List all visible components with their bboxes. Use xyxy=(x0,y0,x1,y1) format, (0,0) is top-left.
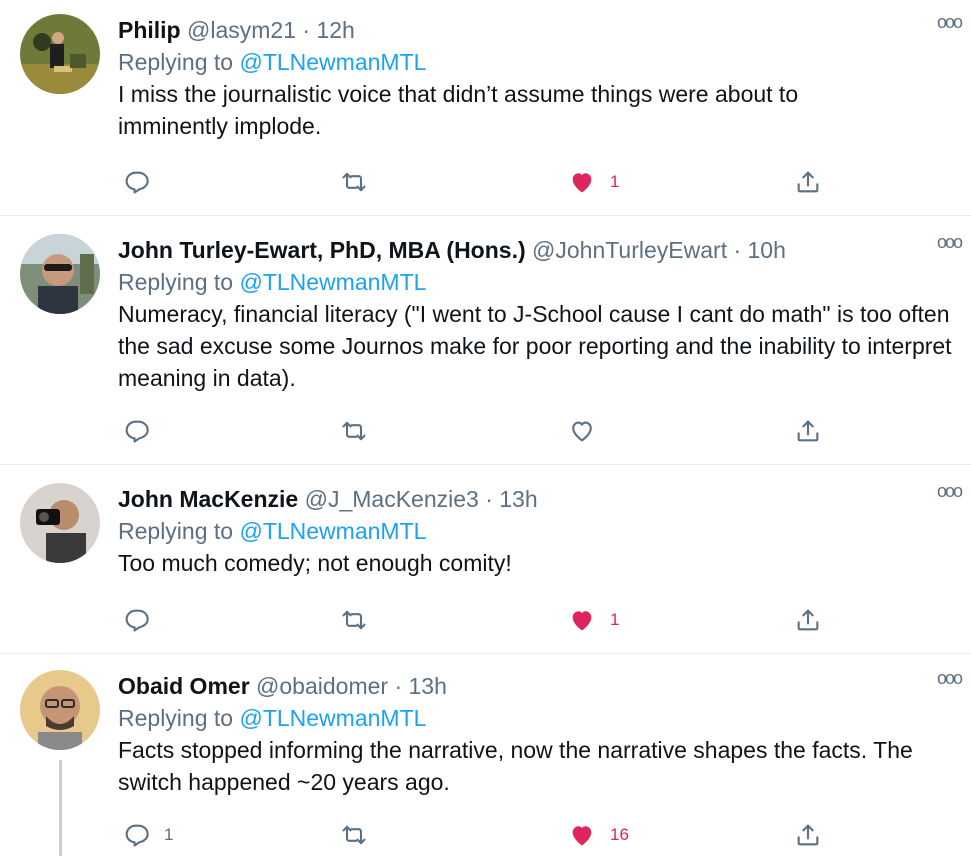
display-name[interactable]: John MacKenzie xyxy=(118,486,298,512)
heart-outline-icon xyxy=(572,421,592,442)
replying-to-label: Replying to xyxy=(118,269,234,295)
replying-to-label: Replying to xyxy=(118,705,234,731)
tweet-text: Too much comedy; not enough comity! xyxy=(118,550,512,576)
reply-handle-link[interactable]: @TLNewmanMTL xyxy=(239,705,426,731)
share-icon xyxy=(797,824,819,846)
retweet-button[interactable] xyxy=(340,414,382,448)
tweet-text: I miss the journalistic voice that didn’… xyxy=(118,81,799,139)
user-handle[interactable]: @obaidomer xyxy=(256,673,388,699)
like-count: 1 xyxy=(610,172,620,191)
share-button[interactable] xyxy=(794,414,822,448)
share-icon xyxy=(797,171,819,193)
share-button[interactable] xyxy=(794,165,822,199)
share-icon xyxy=(797,609,819,631)
reply-icon xyxy=(125,609,149,632)
reply-icon xyxy=(125,420,149,443)
retweet-icon xyxy=(342,825,366,845)
avatar[interactable] xyxy=(20,234,100,314)
person-glasses-avatar-icon xyxy=(20,670,100,750)
more-options-icon[interactable]: ooo xyxy=(937,232,963,252)
tweet-header: John Turley-Ewart, PhD, MBA (Hons.) @Joh… xyxy=(118,234,951,266)
tweet-text: Facts stopped informing the narrative, n… xyxy=(118,737,913,795)
tweet-actions: 1 xyxy=(118,603,951,637)
like-button[interactable]: 1 xyxy=(568,165,619,199)
avatar[interactable] xyxy=(20,483,100,563)
display-name[interactable]: John Turley-Ewart, PhD, MBA (Hons.) xyxy=(118,237,526,263)
person-sunglasses-avatar-icon xyxy=(20,234,100,314)
reply-handle-link[interactable]: @TLNewmanMTL xyxy=(239,518,426,544)
reply-icon xyxy=(125,171,149,194)
tweet-header: John MacKenzie @J_MacKenzie3 · 13h xyxy=(118,483,951,515)
timestamp[interactable]: · 10h xyxy=(733,237,785,263)
avatar[interactable] xyxy=(20,670,100,750)
replying-to-label: Replying to xyxy=(118,518,234,544)
reply-icon xyxy=(125,824,149,847)
reply-button[interactable] xyxy=(122,165,164,199)
replying-to: Replying to @TLNewmanMTL xyxy=(118,46,951,78)
retweet-icon xyxy=(342,421,366,441)
heart-filled-icon xyxy=(572,826,592,846)
more-options-icon[interactable]: ooo xyxy=(937,668,963,688)
tweet-3[interactable]: John MacKenzie @J_MacKenzie3 · 13h Reply… xyxy=(0,465,971,654)
share-button[interactable] xyxy=(794,603,822,637)
tweet-1[interactable]: Philip @lasym21 · 12h Replying to @TLNew… xyxy=(0,0,971,216)
replying-to: Replying to @TLNewmanMTL xyxy=(118,266,951,298)
tweet-actions: 1 xyxy=(118,165,951,199)
retweet-icon xyxy=(342,172,366,192)
reply-handle-link[interactable]: @TLNewmanMTL xyxy=(239,269,426,295)
reply-button[interactable]: 1 xyxy=(122,818,173,852)
tweet-content: John Turley-Ewart, PhD, MBA (Hons.) @Joh… xyxy=(118,234,952,394)
user-handle[interactable]: @JohnTurleyEwart xyxy=(532,237,727,263)
person-camera-avatar-icon xyxy=(20,483,100,563)
tweet-actions: 1 16 xyxy=(118,818,951,852)
reply-button[interactable] xyxy=(122,603,164,637)
timestamp[interactable]: · 12h xyxy=(302,17,354,43)
like-button[interactable]: 16 xyxy=(568,818,629,852)
more-options-icon[interactable]: ooo xyxy=(937,481,963,501)
tweet-content: John MacKenzie @J_MacKenzie3 · 13h Reply… xyxy=(118,483,951,579)
tweet-header: Obaid Omer @obaidomer · 13h xyxy=(118,670,951,702)
more-options-icon[interactable]: ooo xyxy=(937,12,963,32)
like-button[interactable]: 1 xyxy=(568,603,619,637)
retweet-button[interactable] xyxy=(340,603,382,637)
like-count: 1 xyxy=(610,610,620,629)
replying-to: Replying to @TLNewmanMTL xyxy=(118,515,951,547)
timestamp[interactable]: · 13h xyxy=(485,486,537,512)
like-count: 16 xyxy=(610,825,629,844)
replying-to-label: Replying to xyxy=(118,49,234,75)
heart-filled-icon xyxy=(572,173,592,193)
retweet-icon xyxy=(342,610,366,630)
reply-button[interactable] xyxy=(122,414,164,448)
user-handle[interactable]: @J_MacKenzie3 xyxy=(305,486,479,512)
timestamp[interactable]: · 13h xyxy=(394,673,446,699)
replying-to: Replying to @TLNewmanMTL xyxy=(118,702,951,734)
retweet-button[interactable] xyxy=(340,165,382,199)
share-button[interactable] xyxy=(794,818,822,852)
tweet-4[interactable]: Obaid Omer @obaidomer · 13h Replying to … xyxy=(0,654,971,856)
tweet-header: Philip @lasym21 · 12h xyxy=(118,14,951,46)
display-name[interactable]: Philip xyxy=(118,17,181,43)
tweet-text: Numeracy, financial literacy ("I went to… xyxy=(118,301,952,391)
thread-connector-line xyxy=(59,760,62,856)
user-handle[interactable]: @lasym21 xyxy=(187,17,296,43)
tweet-actions xyxy=(118,414,951,448)
tweet-content: Philip @lasym21 · 12h Replying to @TLNew… xyxy=(118,14,951,142)
display-name[interactable]: Obaid Omer xyxy=(118,673,250,699)
retweet-button[interactable] xyxy=(340,818,382,852)
tweet-content: Obaid Omer @obaidomer · 13h Replying to … xyxy=(118,670,951,798)
avatar[interactable] xyxy=(20,14,100,94)
heart-filled-icon xyxy=(572,611,592,631)
person-outdoors-avatar-icon xyxy=(20,14,100,94)
like-button[interactable] xyxy=(568,414,610,448)
reply-handle-link[interactable]: @TLNewmanMTL xyxy=(239,49,426,75)
reply-count: 1 xyxy=(164,825,174,844)
tweet-2[interactable]: John Turley-Ewart, PhD, MBA (Hons.) @Joh… xyxy=(0,216,971,465)
share-icon xyxy=(797,420,819,442)
